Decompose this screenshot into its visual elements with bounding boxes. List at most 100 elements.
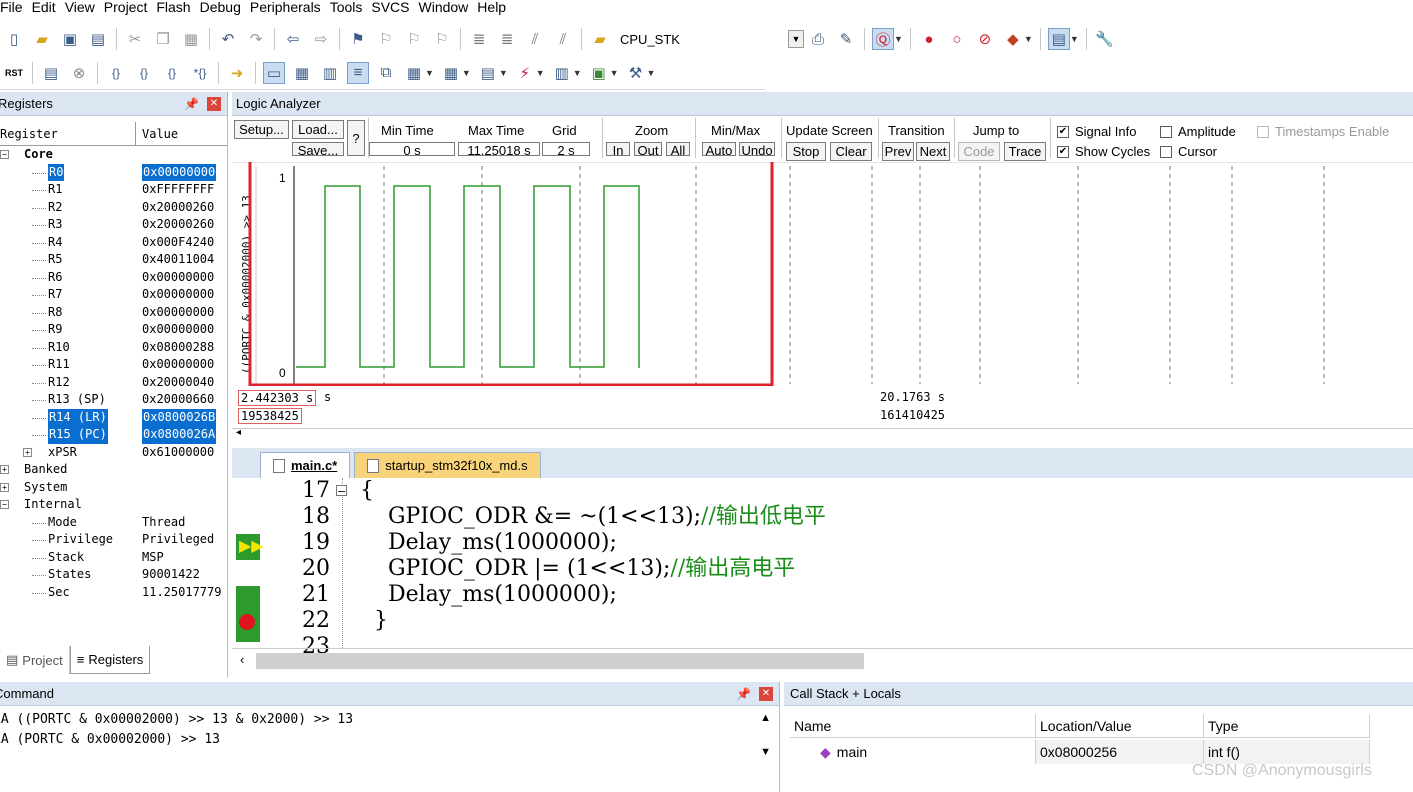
step-over-icon[interactable]: {} bbox=[133, 62, 155, 84]
register-row[interactable]: R1 0xFFFFFFFF bbox=[0, 181, 227, 199]
indent-icon[interactable]: ≣ bbox=[468, 28, 490, 50]
setup-button[interactable]: Setup... bbox=[234, 120, 289, 139]
menu-file[interactable]: File bbox=[0, 0, 32, 14]
new-file-icon[interactable]: ▯ bbox=[3, 28, 25, 50]
call-stack-row[interactable]: ◆ main 0x08000256 int f() bbox=[790, 740, 1370, 764]
show-next-statement-icon[interactable]: ➜ bbox=[226, 62, 248, 84]
editor-scrollbar[interactable]: ‹ bbox=[232, 648, 1413, 672]
register-value[interactable]: 0x61000000 bbox=[142, 444, 214, 462]
menu-view[interactable]: View bbox=[65, 0, 104, 14]
pin-icon[interactable]: 📌 bbox=[736, 687, 751, 701]
register-row[interactable]: Stack MSP bbox=[0, 549, 227, 567]
scroll-up-icon[interactable]: ▲ bbox=[760, 712, 771, 724]
find-combo[interactable]: CPU_STK ▼ bbox=[614, 28, 804, 50]
register-row[interactable]: R0 0x00000000 bbox=[0, 163, 227, 181]
clear-button[interactable]: Clear bbox=[830, 142, 872, 161]
register-value[interactable]: 0xFFFFFFFF bbox=[142, 181, 214, 199]
register-value[interactable]: 0x08000288 bbox=[142, 339, 214, 357]
next-button[interactable]: Next bbox=[916, 142, 950, 161]
register-value[interactable]: 0x00000000 bbox=[142, 321, 214, 339]
scroll-down-icon[interactable]: ▼ bbox=[760, 746, 771, 758]
expand-icon[interactable]: + bbox=[23, 447, 32, 457]
trace-window-icon[interactable]: ▥ bbox=[551, 62, 573, 84]
register-row[interactable]: R6 0x00000000 bbox=[0, 269, 227, 287]
show-cycles-checkbox[interactable]: ✔ Show Cycles bbox=[1057, 144, 1150, 159]
chevron-down-icon[interactable]: ▼ bbox=[499, 68, 508, 78]
register-value[interactable]: 0x000F4240 bbox=[142, 234, 214, 252]
menu-svcs[interactable]: SVCS bbox=[371, 0, 418, 14]
close-icon[interactable]: ✕ bbox=[759, 686, 773, 701]
register-row[interactable]: R9 0x00000000 bbox=[0, 321, 227, 339]
breakpoint-disable-all-icon[interactable]: ⊘ bbox=[974, 28, 996, 50]
register-row[interactable]: R4 0x000F4240 bbox=[0, 234, 227, 252]
nav-back-icon[interactable]: ⇦ bbox=[282, 28, 304, 50]
collapse-icon[interactable]: − bbox=[0, 500, 9, 509]
run-to-cursor-icon[interactable]: *{} bbox=[189, 62, 211, 84]
register-value[interactable]: Privileged bbox=[142, 531, 214, 549]
zoom-in-button[interactable]: In bbox=[606, 142, 630, 156]
register-value[interactable]: 0x00000000 bbox=[142, 163, 217, 181]
menu-help[interactable]: Help bbox=[477, 0, 515, 14]
bookmark-icon[interactable]: ⚑ bbox=[347, 28, 369, 50]
chevron-down-icon[interactable]: ▼ bbox=[647, 68, 656, 78]
step-into-icon[interactable]: {} bbox=[105, 62, 127, 84]
tab-registers[interactable]: ≡ Registers bbox=[69, 646, 151, 674]
timestamps-checkbox[interactable]: Timestamps Enable bbox=[1257, 124, 1389, 139]
menu-flash[interactable]: Flash bbox=[156, 0, 199, 14]
disassembly-window-icon[interactable]: ▦ bbox=[291, 62, 313, 84]
serial-window-icon[interactable]: ▤ bbox=[477, 62, 499, 84]
memory-window-icon[interactable]: ▦ bbox=[440, 62, 462, 84]
expand-icon[interactable]: + bbox=[0, 482, 9, 492]
register-value[interactable]: 0x00000000 bbox=[142, 304, 214, 322]
register-value[interactable]: 0x20000660 bbox=[142, 391, 214, 409]
nav-forward-icon[interactable]: ⇨ bbox=[310, 28, 332, 50]
menu-window[interactable]: Window bbox=[419, 0, 478, 14]
open-folder-icon[interactable]: ▰ bbox=[31, 28, 53, 50]
register-value[interactable]: 0x40011004 bbox=[142, 251, 214, 269]
tab-project[interactable]: ▤ Project bbox=[0, 646, 70, 674]
menu-project[interactable]: Project bbox=[104, 0, 157, 14]
register-row[interactable]: States 90001422 bbox=[0, 566, 227, 584]
column-name[interactable]: Name bbox=[790, 714, 1036, 737]
unindent-icon[interactable]: ≣ bbox=[496, 28, 518, 50]
save-button[interactable]: Save... bbox=[292, 142, 344, 156]
register-value[interactable]: 0x20000040 bbox=[142, 374, 214, 392]
register-row[interactable]: R11 0x00000000 bbox=[0, 356, 227, 374]
reset-icon[interactable]: RST bbox=[3, 62, 25, 84]
register-row[interactable]: R14 (LR) 0x0800026B bbox=[0, 408, 227, 426]
call-stack-window-icon[interactable]: ⧉ bbox=[375, 62, 397, 84]
collapse-icon[interactable]: − bbox=[336, 485, 347, 497]
register-value[interactable]: Thread bbox=[142, 514, 185, 532]
bookmark-prev-icon[interactable]: ⚐ bbox=[375, 28, 397, 50]
watch-window-icon[interactable]: ▦ bbox=[403, 62, 425, 84]
copy-icon[interactable]: ❐ bbox=[152, 28, 174, 50]
register-group[interactable]: + System bbox=[0, 479, 227, 497]
save-icon[interactable]: ▣ bbox=[59, 28, 81, 50]
auto-button[interactable]: Auto bbox=[702, 142, 736, 156]
menu-edit[interactable]: Edit bbox=[32, 0, 65, 14]
chevron-down-icon[interactable]: ▼ bbox=[894, 34, 903, 44]
breakpoint-kill-all-icon[interactable]: ◆ bbox=[1002, 28, 1024, 50]
save-all-icon[interactable]: ▤ bbox=[87, 28, 109, 50]
menu-tools[interactable]: Tools bbox=[330, 0, 372, 14]
run-icon[interactable]: ▤ bbox=[40, 62, 62, 84]
debug-session-icon[interactable]: Ⓠ bbox=[872, 28, 894, 50]
load-button[interactable]: Load... bbox=[292, 120, 344, 139]
analysis-window-icon[interactable]: ⚡ bbox=[514, 62, 536, 84]
register-value[interactable]: 0x0800026A bbox=[142, 426, 217, 444]
chevron-down-icon[interactable]: ▼ bbox=[462, 68, 471, 78]
waveform-plot[interactable]: ((PORTC & 0x00002000) >> 13 1 0 bbox=[232, 162, 1413, 386]
incremental-find-icon[interactable]: ✎ bbox=[835, 28, 857, 50]
register-row[interactable]: R12 0x20000040 bbox=[0, 374, 227, 392]
chevron-down-icon[interactable]: ▼ bbox=[788, 30, 804, 48]
waveform-scrollbar[interactable]: ◂ bbox=[232, 427, 1413, 442]
system-viewer-icon[interactable]: ▣ bbox=[588, 62, 610, 84]
breakpoint-icon[interactable] bbox=[239, 614, 255, 630]
uncomment-icon[interactable]: ⫽ bbox=[552, 28, 574, 50]
comment-icon[interactable]: ⫽ bbox=[524, 28, 546, 50]
register-value[interactable]: 0x00000000 bbox=[142, 286, 214, 304]
register-row[interactable]: R10 0x08000288 bbox=[0, 339, 227, 357]
register-row[interactable]: R7 0x00000000 bbox=[0, 286, 227, 304]
chevron-down-icon[interactable]: ▼ bbox=[536, 68, 545, 78]
tab-startup[interactable]: startup_stm32f10x_md.s bbox=[354, 452, 541, 478]
